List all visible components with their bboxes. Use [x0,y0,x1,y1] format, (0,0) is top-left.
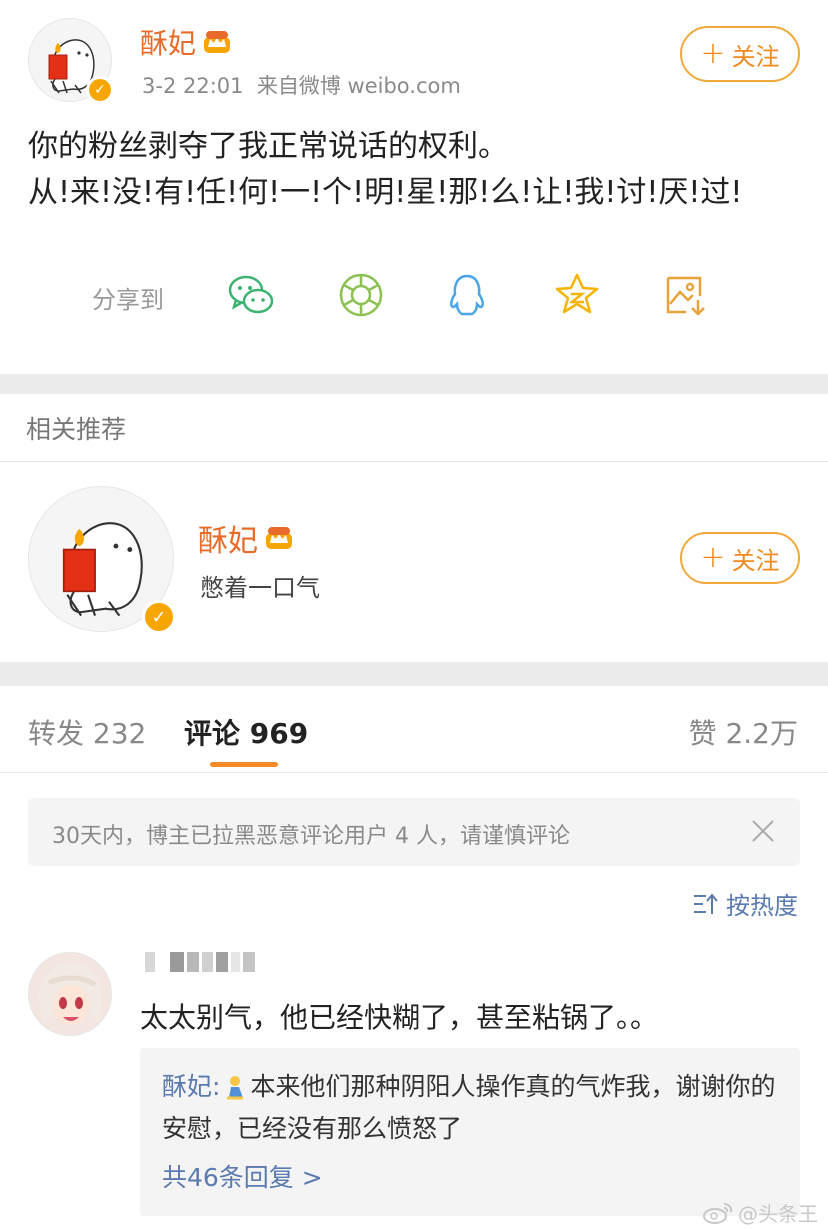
qq-icon[interactable] [442,270,492,320]
sort-icon [694,892,718,914]
close-icon[interactable] [748,816,778,846]
recommend-follow-button[interactable]: + 关注 [680,532,800,584]
wechat-icon[interactable] [226,270,276,320]
related-title: 相关推荐 [26,415,127,444]
follow-label: 关注 [731,546,780,575]
plus-icon: + [700,540,726,575]
author-name[interactable]: 酥妃 [140,22,196,62]
post-source: 来自微博 weibo.com [256,74,461,98]
recommend-bio: 憋着一口气 [200,574,320,602]
block-notice: 30天内，博主已拉黑恶意评论用户 4 人，请谨慎评论 [28,798,800,866]
view-replies-link[interactable]: 共46条回复 > [162,1158,323,1194]
divider-line [0,461,828,462]
author-name-row: 酥妃 [140,22,232,62]
watermark-text: @头条王 [738,1202,818,1226]
weibo-logo-icon [703,1202,733,1224]
vip-crown-icon [204,31,231,53]
sort-toggle[interactable]: 按热度 [692,886,798,921]
notice-text: 30天内，博主已拉黑恶意评论用户 4 人，请谨慎评论 [52,824,570,849]
recommend-name[interactable]: 酥妃 [198,516,258,560]
comment-text: 太太别气，他已经快糊了，甚至粘锅了。。 [140,1001,659,1034]
save-image-icon[interactable] [660,270,710,320]
vip-crown-icon [266,527,292,549]
anime-girl-avatar-icon [38,962,102,1025]
reply-content: 酥妃: 本来他们那种阴阳人操作真的气炸我，谢谢你的安慰，已经没有那么愤怒了 [162,1066,792,1150]
post-time: 3-2 22:01 [142,74,244,98]
qzone-icon[interactable] [552,270,602,320]
tab-comment[interactable]: 评论 969 [184,712,308,752]
recommend-name-row: 酥妃 [198,516,294,560]
sort-label: 按热度 [726,892,798,920]
divider-line [0,772,828,773]
weibo-post: ✓ 酥妃 3-2 22:01 来自微博 weibo.com + 关注 你的粉丝剥… [0,0,828,374]
tab-repost[interactable]: 转发 232 [28,712,146,752]
active-tab-indicator [210,762,278,767]
verified-badge-icon: ✓ [142,600,176,634]
commenter-name-blurred[interactable] [145,952,255,976]
share-label: 分享到 [92,286,164,314]
plus-icon: + [700,36,726,71]
post-text-line: 你的粉丝剥夺了我正常说话的权利。 [28,129,508,164]
moments-icon[interactable] [336,270,386,320]
watermark: @头条王 [702,1198,818,1227]
post-meta: 3-2 22:01 来自微博 weibo.com [142,70,461,100]
kneeling-emoji-icon [227,1076,244,1100]
post-content: 你的粉丝剥夺了我正常说话的权利。 从!来!没!有!任!何!一!个!明!星!那!么… [28,124,742,216]
reply-text: 本来他们那种阴阳人操作真的气炸我，谢谢你的安慰，已经没有那么愤怒了 [162,1072,776,1143]
reply-author[interactable]: 酥妃: [162,1072,220,1101]
follow-button[interactable]: + 关注 [680,26,800,82]
follow-label: 关注 [731,42,780,71]
reply-preview[interactable]: 酥妃: 本来他们那种阴阳人操作真的气炸我，谢谢你的安慰，已经没有那么愤怒了 共4… [140,1048,800,1216]
commenter-avatar[interactable] [28,952,112,1036]
section-divider [0,374,828,394]
tab-like[interactable]: 赞 2.2万 [689,712,798,752]
verified-badge-icon: ✓ [86,76,114,104]
post-text-line: 从!来!没!有!任!何!一!个!明!星!那!么!让!我!讨!厌!过! [28,175,743,210]
section-divider [0,662,828,686]
